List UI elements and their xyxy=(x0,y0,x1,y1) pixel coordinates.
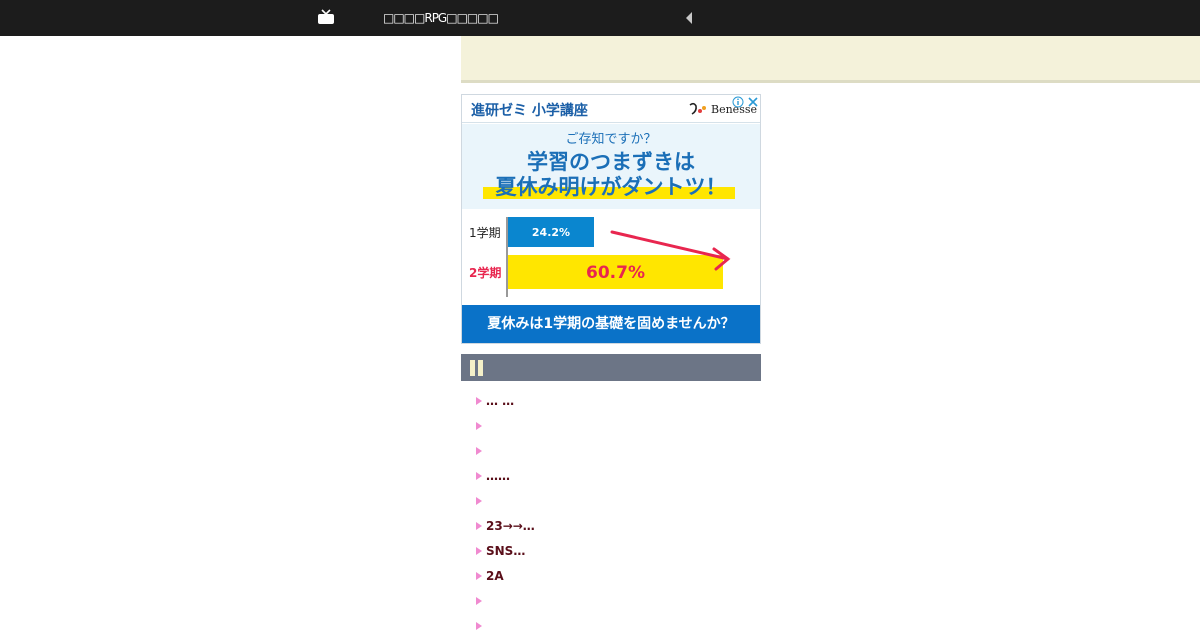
benesse-logo-icon xyxy=(689,102,706,115)
bullet-triangle-icon xyxy=(476,597,482,605)
ad-header: 進研ゼミ 小学講座 Benesse xyxy=(462,95,760,123)
chart-category-label: 2学期 xyxy=(469,265,501,280)
article-link[interactable]: 23→→… xyxy=(461,514,761,539)
article-link[interactable] xyxy=(461,439,761,464)
ad-question: ご存知ですか？ xyxy=(565,132,657,147)
article-link-list: … … …… 23→→… SNS… 2A xyxy=(461,389,761,639)
article-link[interactable] xyxy=(461,614,761,639)
chart-category-label: 1学期 xyxy=(469,225,501,240)
article-link[interactable] xyxy=(461,414,761,439)
article-link-text: 23→→… xyxy=(486,519,535,533)
chart-value-label: 24.2% xyxy=(532,226,570,239)
banner-strip xyxy=(461,36,1200,83)
article-link-text: 2A xyxy=(486,569,504,583)
bullet-triangle-icon xyxy=(476,447,482,455)
bullet-triangle-icon xyxy=(476,497,482,505)
ad-headline-line2: 夏休み明けがダントツ！ xyxy=(495,175,727,199)
bullet-triangle-icon xyxy=(476,622,482,630)
bullet-triangle-icon xyxy=(476,397,482,405)
ad-info-icon[interactable] xyxy=(732,96,744,108)
tv-icon[interactable] xyxy=(317,9,335,25)
article-link[interactable]: SNS… xyxy=(461,539,761,564)
article-link[interactable]: … … xyxy=(461,389,761,414)
section-heading-bar xyxy=(461,354,761,381)
bullet-triangle-icon xyxy=(476,547,482,555)
ad-brand: 進研ゼミ 小学講座 xyxy=(471,103,588,119)
top-bar: □□□□RPG□□□□□ xyxy=(0,0,1200,36)
site-title[interactable]: □□□□RPG□□□□□ xyxy=(383,10,499,26)
article-link-text: … … xyxy=(486,394,515,408)
bullet-triangle-icon xyxy=(476,522,482,530)
ad-hero: ご存知ですか？ 学習のつまずきは 夏休み明けがダントツ！ xyxy=(462,124,760,209)
bullet-triangle-icon xyxy=(476,422,482,430)
article-link[interactable]: …… xyxy=(461,464,761,489)
article-link[interactable] xyxy=(461,489,761,514)
advertisement[interactable]: 進研ゼミ 小学講座 Benesse ご存知ですか？ 学習のつまずきは 夏休み明け… xyxy=(461,94,761,344)
ad-bar-chart: 1学期 24.2% 2学期 60.7% xyxy=(469,217,731,297)
article-link[interactable] xyxy=(461,589,761,614)
article-link-text: SNS… xyxy=(486,544,526,558)
bullet-triangle-icon xyxy=(476,472,482,480)
ad-cta-button[interactable]: 夏休みは1学期の基礎を固めませんか？ xyxy=(462,305,760,343)
section-mark xyxy=(470,360,475,376)
article-link-text: …… xyxy=(486,469,510,483)
ad-close-icon[interactable] xyxy=(747,96,759,108)
chart-value-label: 60.7% xyxy=(586,263,645,283)
bullet-triangle-icon xyxy=(476,572,482,580)
article-link[interactable]: 2A xyxy=(461,564,761,589)
back-arrow-icon[interactable] xyxy=(684,11,694,25)
section-mark xyxy=(478,360,483,376)
